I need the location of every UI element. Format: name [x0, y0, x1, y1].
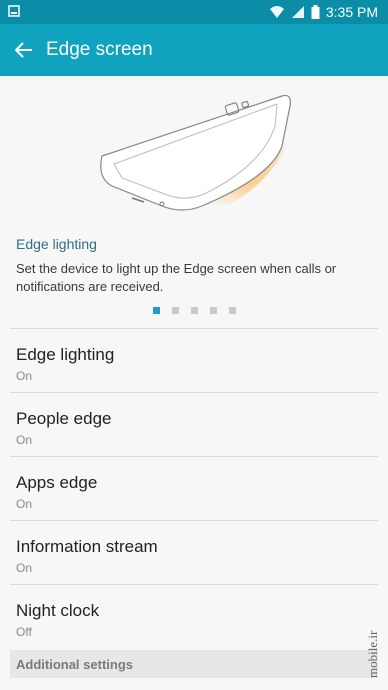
hero-banner: Edge lighting Set the device to light up… — [0, 76, 388, 326]
settings-list: Edge lighting On People edge On Apps edg… — [0, 328, 388, 648]
watermark: mobile.ir — [365, 630, 380, 678]
setting-value: On — [16, 369, 33, 383]
setting-value: On — [16, 497, 33, 511]
arrow-left-icon — [15, 42, 32, 58]
setting-label: Edge lighting — [16, 345, 115, 364]
hero-title: Edge lighting — [16, 236, 97, 252]
setting-value: On — [16, 433, 33, 447]
page-dot-3[interactable] — [191, 307, 198, 314]
wifi-icon — [269, 6, 284, 18]
setting-value: Off — [16, 625, 32, 639]
setting-label: Night clock — [16, 601, 100, 620]
setting-information-stream[interactable]: Information stream On — [0, 521, 388, 584]
section-header-additional: Additional settings — [10, 650, 378, 678]
watermark-text: mobile.ir — [365, 630, 380, 678]
setting-people-edge[interactable]: People edge On — [0, 393, 388, 456]
setting-label: Information stream — [16, 537, 158, 556]
setting-label: People edge — [16, 409, 112, 428]
setting-label: Apps edge — [16, 473, 98, 492]
status-time: 3:35 PM — [325, 4, 378, 20]
signal-icon — [291, 6, 304, 18]
section-header-label: Additional settings — [16, 657, 133, 672]
page-indicator[interactable] — [153, 307, 236, 314]
setting-edge-lighting[interactable]: Edge lighting On — [0, 329, 388, 392]
notification-icon — [8, 5, 20, 17]
app-bar: Edge screen — [0, 24, 388, 76]
page-dot-1[interactable] — [153, 307, 160, 314]
setting-night-clock[interactable]: Night clock Off — [0, 585, 388, 648]
status-bar: 3:35 PM — [0, 0, 388, 24]
hero-description: Set the device to light up the Edge scre… — [16, 261, 337, 294]
page-dot-2[interactable] — [172, 307, 179, 314]
page-dot-5[interactable] — [229, 307, 236, 314]
phone-illustration — [100, 94, 297, 212]
page-dot-4[interactable] — [210, 307, 217, 314]
page-title: Edge screen — [46, 39, 153, 60]
battery-icon — [311, 5, 320, 19]
back-button[interactable] — [10, 36, 38, 64]
setting-apps-edge[interactable]: Apps edge On — [0, 457, 388, 520]
setting-value: On — [16, 561, 33, 575]
